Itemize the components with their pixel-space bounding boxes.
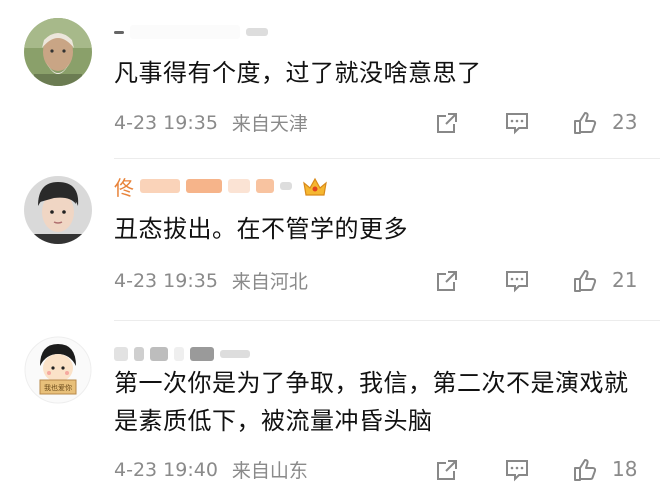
share-icon[interactable] — [434, 110, 460, 136]
thumbs-up-icon[interactable] — [572, 110, 598, 136]
divider — [114, 320, 660, 321]
comment-text: 第一次你是为了争取，我信，第二次不是演戏就是素质低下，被流量冲昏头脑 — [114, 369, 629, 435]
avatar[interactable] — [24, 176, 92, 244]
share-icon[interactable] — [434, 457, 460, 483]
comment-meta: 4-23 19:35 来自天津 — [114, 109, 308, 136]
comment-item-2: 佟 丑态拔出。在不管学的更多 4-23 19:35 来自河北 21 — [0, 160, 660, 322]
thumbs-up-icon[interactable] — [572, 457, 598, 483]
comment-location: 来自山东 — [231, 460, 308, 482]
comment-actions: 21 — [434, 266, 644, 296]
avatar-sign-text: 我也爱你 — [44, 383, 72, 392]
comment-icon[interactable] — [504, 110, 530, 136]
like-count: 21 — [612, 268, 638, 292]
comment-actions: 23 — [434, 108, 644, 138]
comment-icon[interactable] — [504, 268, 530, 294]
comment-meta: 4-23 19:40 来自山东 — [114, 456, 308, 483]
comment-time: 4-23 19:40 — [114, 458, 218, 481]
comment-meta: 4-23 19:35 来自河北 — [114, 267, 308, 294]
avatar-image: 我也爱你 — [24, 336, 92, 404]
comment-icon[interactable] — [504, 457, 530, 483]
avatar[interactable]: 我也爱你 — [24, 336, 92, 404]
like-count: 23 — [612, 110, 638, 134]
avatar-image — [24, 18, 92, 86]
comment-text: 丑态拔出。在不管学的更多 — [114, 215, 408, 243]
avatar-image — [24, 176, 92, 244]
comment-item-1: 凡事得有个度，过了就没啥意思了 4-23 19:35 来自天津 23 — [0, 0, 660, 160]
comment-text: 凡事得有个度，过了就没啥意思了 — [114, 59, 482, 87]
comment-item-3: 我也爱你 第一次你是为了争取，我信，第二次不是演戏就是素质低下，被流量冲昏头脑 … — [0, 322, 660, 498]
thumbs-up-icon[interactable] — [572, 268, 598, 294]
divider — [114, 158, 660, 159]
comment-location: 来自天津 — [231, 113, 308, 135]
share-icon[interactable] — [434, 268, 460, 294]
username-redacted[interactable] — [114, 342, 256, 366]
comment-time: 4-23 19:35 — [114, 269, 218, 292]
comment-time: 4-23 19:35 — [114, 111, 218, 134]
like-count: 18 — [612, 457, 638, 481]
avatar[interactable] — [24, 18, 92, 86]
vip-crown-icon — [302, 175, 328, 197]
username-first-char: 佟 — [114, 175, 134, 200]
username-redacted[interactable]: 佟 — [114, 174, 328, 200]
comment-location: 来自河北 — [231, 271, 308, 293]
comment-actions: 18 — [434, 455, 644, 485]
username-redacted[interactable] — [114, 20, 274, 44]
